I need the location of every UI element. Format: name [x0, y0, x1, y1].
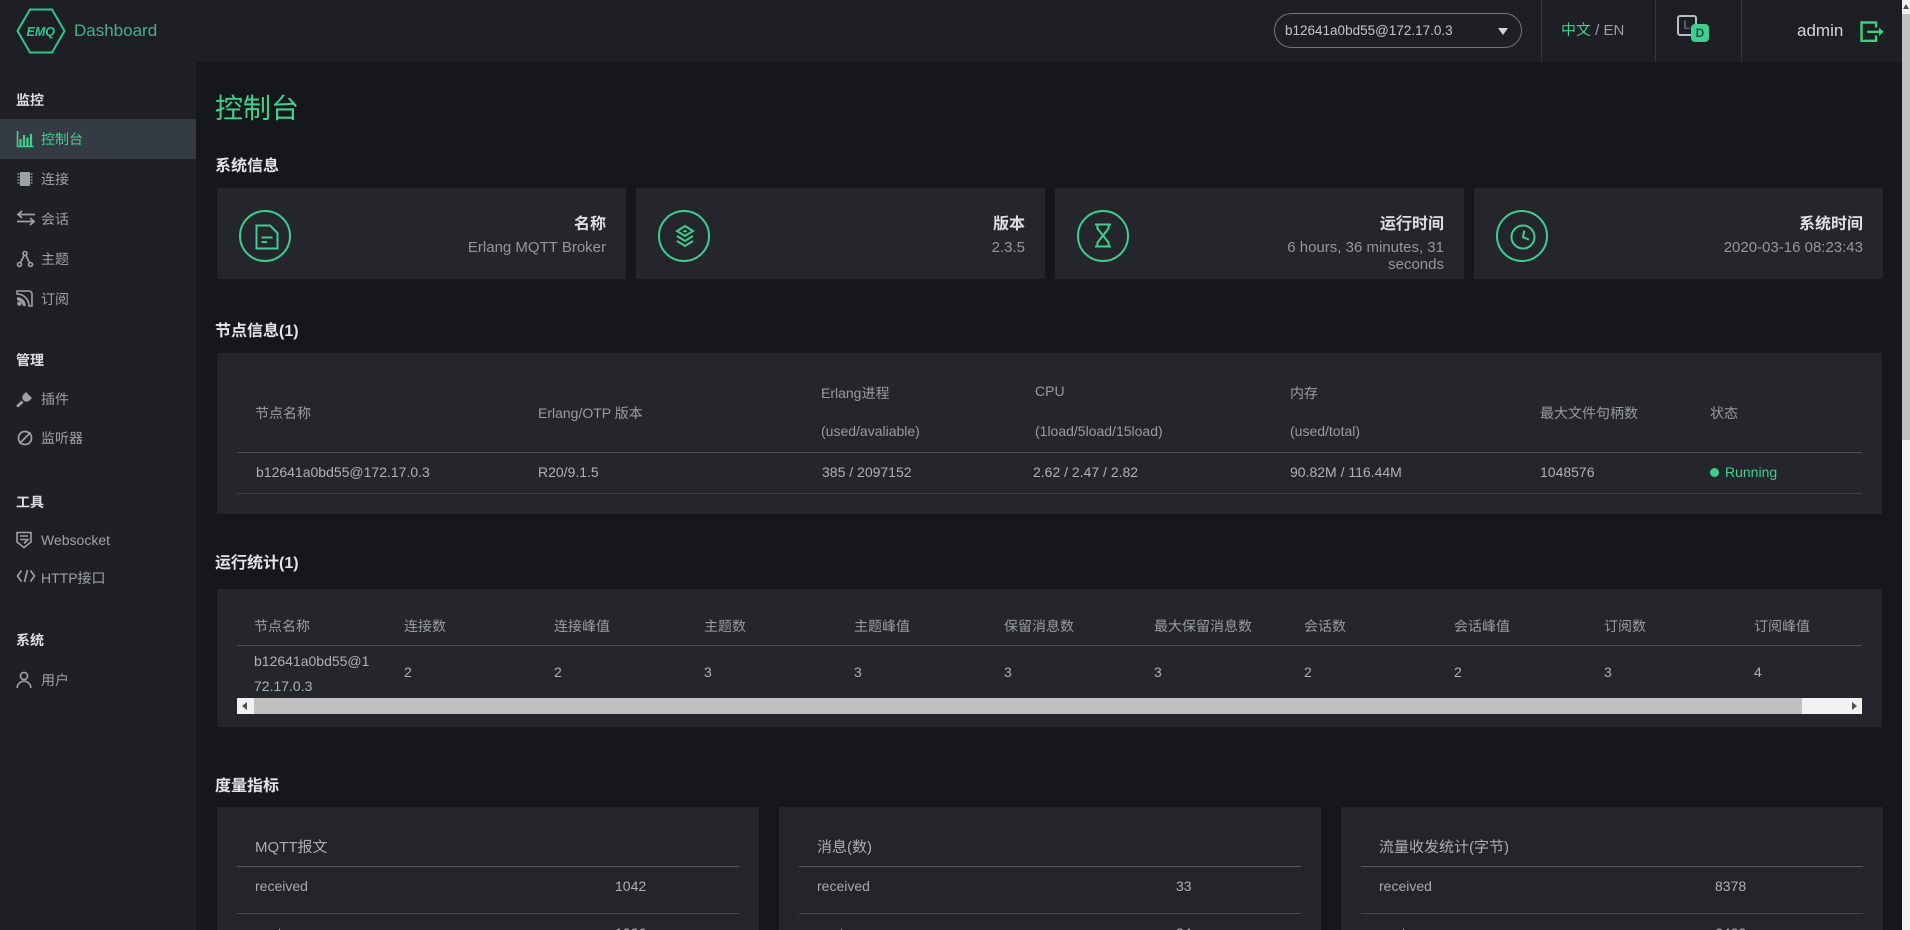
- svg-text:EMQ: EMQ: [27, 25, 56, 39]
